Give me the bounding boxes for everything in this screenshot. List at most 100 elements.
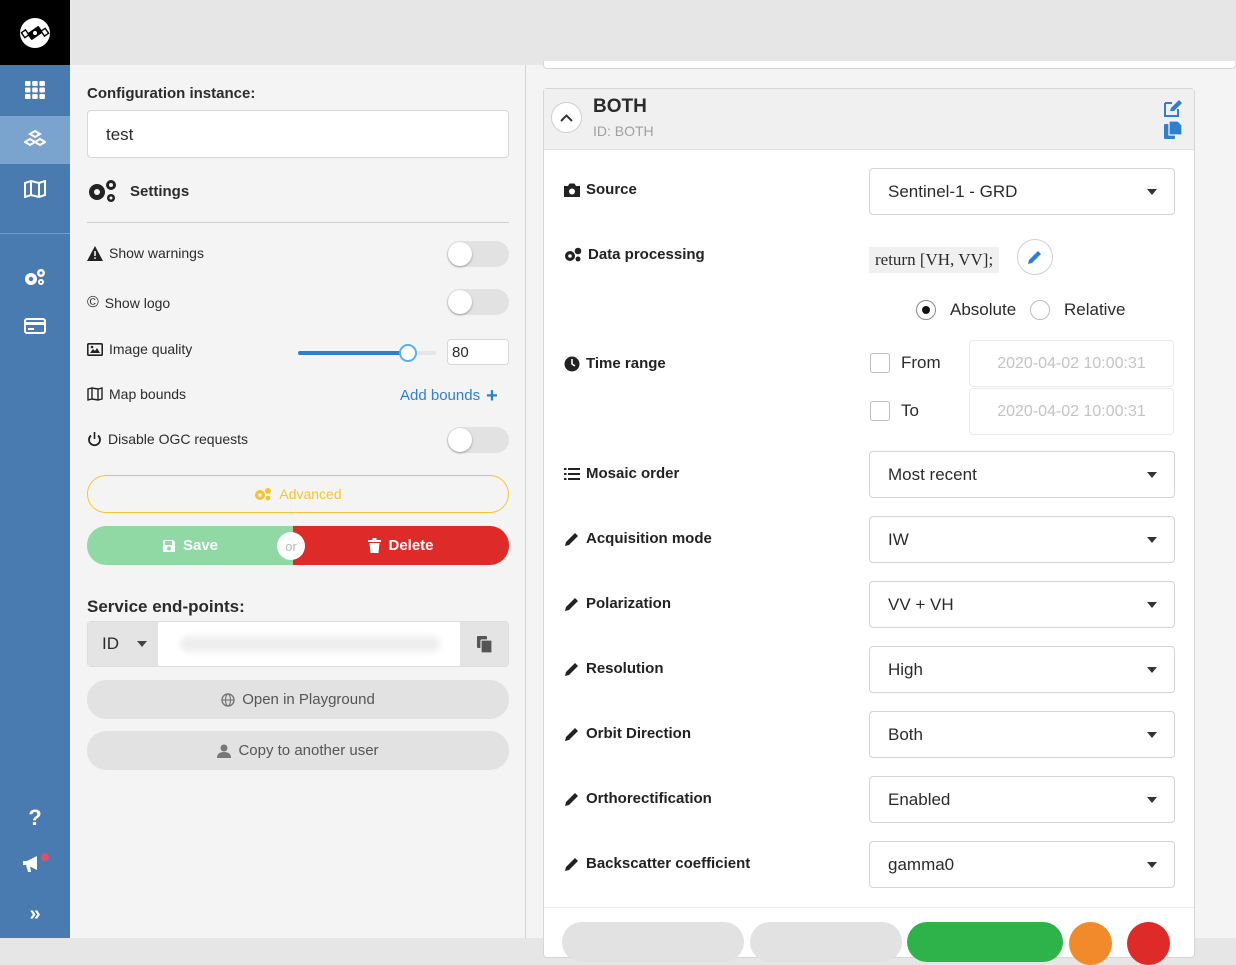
- mosaic-order-select[interactable]: Most recent: [869, 451, 1175, 498]
- time-range-label: Time range: [586, 355, 666, 372]
- copy-icon: [476, 635, 492, 653]
- pencil-icon: [565, 532, 578, 546]
- show-logo-label: Show logo: [104, 295, 171, 311]
- delete-button[interactable]: Delete: [293, 526, 509, 565]
- edit-icon[interactable]: [1162, 99, 1183, 119]
- disable-ogc-toggle[interactable]: [447, 427, 509, 453]
- copyright-icon: ©: [87, 294, 99, 311]
- power-icon: [88, 431, 101, 446]
- mosaic-order-value: Most recent: [888, 464, 977, 484]
- image-quality-slider[interactable]: [298, 344, 436, 362]
- footer-orange-button[interactable]: [1069, 922, 1112, 965]
- footer-button-1[interactable]: [562, 922, 744, 962]
- config-instance-label: Configuration instance:: [87, 85, 256, 102]
- footer-button-2[interactable]: [750, 922, 902, 962]
- show-warnings-toggle[interactable]: [447, 241, 509, 267]
- endpoint-type-dropdown[interactable]: ID: [88, 622, 158, 666]
- add-bounds-link[interactable]: Add bounds +: [400, 386, 498, 406]
- polarization-select[interactable]: VV + VH: [869, 581, 1175, 628]
- save-label: Save: [182, 537, 219, 554]
- time-range-label-row: Time range: [564, 355, 666, 372]
- orbit-direction-label-row: Orbit Direction: [564, 725, 691, 742]
- save-button[interactable]: Save: [87, 526, 293, 565]
- advanced-button[interactable]: Advanced: [87, 475, 509, 513]
- copy-to-another-user-button[interactable]: Copy to another user: [87, 731, 509, 770]
- chevron-down-icon: [1147, 472, 1157, 478]
- endpoint-type-label: ID: [102, 634, 119, 653]
- data-processing-script: return [VH, VV];: [869, 247, 1000, 273]
- chevron-down-icon: [1147, 732, 1157, 738]
- polarization-label-row: Polarization: [564, 595, 671, 612]
- copy-endpoint-button[interactable]: [460, 622, 508, 666]
- image-icon: [87, 342, 103, 356]
- orthorectification-value: Enabled: [888, 789, 951, 809]
- warning-icon: [87, 245, 103, 261]
- source-label: Source: [586, 181, 637, 198]
- mosaic-order-label: Mosaic order: [586, 465, 680, 482]
- open-in-playground-button[interactable]: Open in Playground: [87, 680, 509, 719]
- duplicate-icon[interactable]: [1164, 121, 1182, 140]
- chevron-down-icon: [1147, 797, 1157, 803]
- help-icon[interactable]: ?: [0, 794, 70, 842]
- billing-card-icon[interactable]: [0, 302, 70, 350]
- user-icon: [217, 744, 232, 758]
- map-bounds-label: Map bounds: [109, 386, 187, 402]
- backscatter-select[interactable]: gamma0: [869, 841, 1175, 888]
- settings-title: Settings: [130, 182, 190, 200]
- show-logo-row: © Show logo: [87, 294, 170, 312]
- orthorectification-select[interactable]: Enabled: [869, 776, 1175, 823]
- endpoint-field: ID: [87, 621, 509, 667]
- chevron-down-icon: [1147, 537, 1157, 543]
- globe-icon: [221, 692, 235, 707]
- map-icon[interactable]: [0, 165, 70, 213]
- to-date-input[interactable]: 2020-04-02 10:00:31: [969, 388, 1174, 435]
- settings-cogs-icon[interactable]: [0, 253, 70, 301]
- orbit-direction-select[interactable]: Both: [869, 711, 1175, 758]
- disable-ogc-row: Disable OGC requests: [87, 431, 248, 447]
- card-footer-divider: [544, 907, 1194, 908]
- chevron-down-icon: [1147, 189, 1157, 195]
- source-select[interactable]: Sentinel-1 - GRD: [869, 168, 1175, 215]
- layer-card-header: BOTH ID: BOTH: [544, 89, 1194, 150]
- resolution-label-row: Resolution: [564, 660, 664, 677]
- from-date-input[interactable]: 2020-04-02 10:00:31: [969, 340, 1174, 387]
- show-logo-toggle[interactable]: [447, 289, 509, 315]
- acquisition-mode-select[interactable]: IW: [869, 516, 1175, 563]
- edit-script-button[interactable]: [1017, 239, 1053, 275]
- clock-icon: [564, 356, 580, 371]
- backscatter-label-row: Backscatter coefficient: [564, 855, 750, 872]
- orbit-direction-value: Both: [888, 724, 923, 744]
- footer-delete-layer-button[interactable]: [1127, 922, 1170, 965]
- collapse-button[interactable]: [551, 102, 582, 133]
- source-value: Sentinel-1 - GRD: [888, 181, 1018, 201]
- top-bar: [70, 0, 1236, 65]
- acquisition-mode-value: IW: [888, 529, 909, 549]
- resolution-select[interactable]: High: [869, 646, 1175, 693]
- pencil-icon: [565, 662, 578, 676]
- list-icon: [564, 467, 580, 480]
- to-checkbox[interactable]: [870, 401, 890, 421]
- satellite-logo-icon[interactable]: [0, 0, 70, 65]
- add-bounds-label: Add bounds: [400, 387, 481, 404]
- time-absolute-radio[interactable]: [916, 300, 936, 320]
- mosaic-order-label-row: Mosaic order: [564, 465, 679, 482]
- expand-icon[interactable]: »: [0, 890, 70, 938]
- absolute-label: Absolute: [950, 300, 1017, 319]
- config-instance-input[interactable]: test: [87, 110, 509, 158]
- chevron-down-icon: [137, 641, 147, 647]
- data-processing-label: Data processing: [588, 246, 705, 263]
- announcements-icon[interactable]: [0, 840, 70, 888]
- chevron-down-icon: [1147, 602, 1157, 608]
- chevron-down-icon: [1147, 862, 1157, 868]
- configurations-icon[interactable]: [0, 116, 70, 164]
- apps-grid-icon[interactable]: [0, 66, 70, 114]
- chevron-down-icon: [1147, 667, 1157, 673]
- footer-save-layer-button[interactable]: [907, 922, 1063, 962]
- image-quality-slider-thumb[interactable]: [399, 344, 418, 362]
- map-bounds-row: Map bounds: [87, 386, 186, 402]
- map-icon: [87, 387, 103, 401]
- image-quality-input[interactable]: 80: [447, 339, 509, 365]
- from-checkbox[interactable]: [870, 353, 890, 373]
- to-label: To: [901, 401, 919, 420]
- time-relative-radio[interactable]: [1030, 300, 1050, 320]
